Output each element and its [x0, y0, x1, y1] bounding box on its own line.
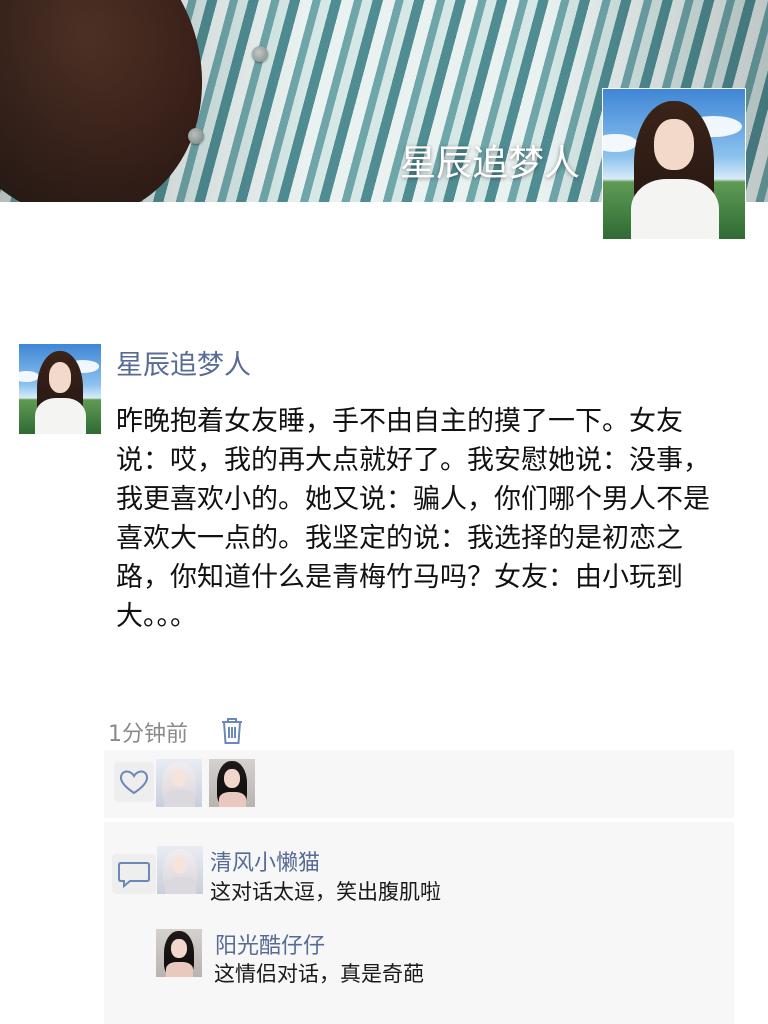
comment-text: 这情侣对话，真是奇葩 — [214, 962, 424, 986]
moments-page: 星辰追梦人 星辰追梦人 昨晚抱着女友睡，手不由自主的摸了一下。女友说：哎，我的再… — [0, 0, 768, 1024]
trash-icon[interactable] — [218, 716, 246, 746]
heart-icon[interactable] — [114, 762, 154, 802]
profile-name: 星辰追梦人 — [399, 143, 580, 184]
comment-avatar[interactable] — [156, 929, 202, 977]
like-avatar[interactable] — [156, 759, 202, 807]
comment-text: 这对话太逗，笑出腹肌啦 — [210, 880, 441, 904]
post-author-avatar[interactable] — [19, 344, 101, 434]
like-avatar[interactable] — [209, 759, 255, 807]
comment-author-name[interactable]: 清风小懒猫 — [210, 845, 320, 877]
comment-avatar[interactable] — [157, 846, 203, 894]
post-author-name[interactable]: 星辰追梦人 — [116, 343, 251, 382]
post-timestamp: 1分钟前 — [108, 722, 188, 747]
comment-icon[interactable] — [112, 854, 156, 894]
profile-avatar[interactable] — [602, 88, 746, 240]
comment-author-name[interactable]: 阳光酷仔仔 — [215, 928, 325, 960]
post-content: 昨晚抱着女友睡，手不由自主的摸了一下。女友说：哎，我的再大点就好了。我安慰她说：… — [116, 406, 710, 632]
